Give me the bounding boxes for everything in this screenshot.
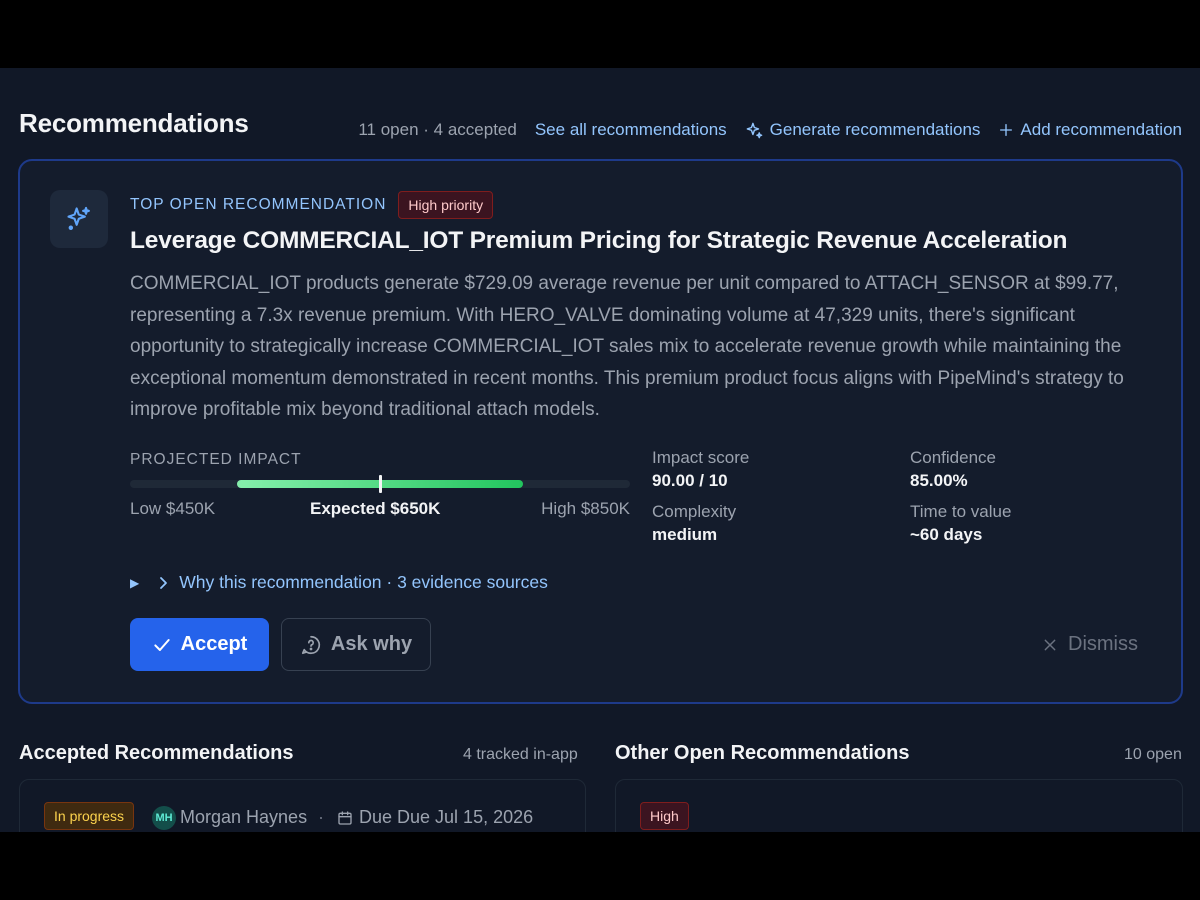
dismiss-label: Dismiss	[1068, 633, 1138, 655]
why-recommendation-label: Why this recommendation · 3 evidence sou…	[179, 572, 548, 592]
expected-marker	[379, 475, 382, 493]
see-all-link[interactable]: See all recommendations	[535, 120, 727, 140]
impact-bar-track	[130, 475, 630, 493]
complexity-metric: Complexity medium	[652, 502, 902, 545]
recommendation-counts: 11 open · 4 accepted	[358, 120, 517, 139]
close-icon	[1044, 639, 1056, 650]
chevron-right-icon	[160, 576, 168, 589]
accepted-section-meta: 4 tracked in-app	[463, 746, 578, 763]
recommendation-description: COMMERCIAL_IOT products generate $729.09…	[130, 273, 1124, 420]
impact-low-label: Low $450K	[130, 499, 216, 518]
status-badge: In progress	[44, 802, 135, 830]
due-date: Due Due Jul 15, 2026	[359, 807, 534, 827]
accepted-section-title: Accepted Recommendations	[19, 742, 294, 764]
accept-label: Accept	[180, 633, 248, 655]
plus-icon	[1000, 124, 1013, 136]
time-to-value-metric: Time to value ~60 days	[910, 502, 1160, 545]
impact-bar-labels: Low $450K Expected $650K High $850K	[130, 499, 630, 521]
ask-why-label: Ask why	[330, 633, 413, 655]
complexity-label: Complexity	[652, 502, 737, 521]
why-recommendation-toggle[interactable]: ▶ Why this recommendation · 3 evidence s…	[130, 572, 548, 593]
projected-impact: PROJECTED IMPACT Low $450K Expected $650…	[130, 451, 630, 531]
confidence-value: 85.00%	[910, 471, 968, 490]
impact-score-metric: Impact score 90.00 / 10	[652, 448, 902, 491]
recommendation-avatar	[50, 190, 108, 248]
top-recommendation-card: TOP OPEN RECOMMENDATION High priority Le…	[18, 159, 1183, 704]
disclosure-triangle-icon: ▶	[130, 575, 140, 590]
sparkle-icon	[67, 206, 90, 230]
app-screen: Recommendations 11 open · 4 accepted See…	[0, 68, 1200, 832]
recommendation-body: TOP OPEN RECOMMENDATION High priority Le…	[130, 190, 1145, 426]
eyebrow-row: TOP OPEN RECOMMENDATION High priority	[130, 190, 1145, 220]
page-title: Recommendations	[19, 108, 249, 138]
other-open-recommendation-card[interactable]: High	[615, 779, 1183, 832]
ask-why-button[interactable]: Ask why	[281, 618, 431, 671]
owner-name: Morgan Haynes	[180, 807, 308, 827]
accepted-recommendation-card[interactable]: In progress MH Morgan Haynes · Due Due J…	[19, 779, 586, 832]
recommendations-header: Recommendations 11 open · 4 accepted See…	[19, 106, 1182, 140]
check-icon	[153, 638, 170, 651]
projected-impact-label: PROJECTED IMPACT	[130, 451, 302, 468]
calendar-icon	[338, 811, 352, 825]
other-open-section-meta: 10 open	[1124, 746, 1182, 763]
add-label: Add recommendation	[1020, 120, 1182, 139]
time-to-value-label: Time to value	[910, 502, 1012, 521]
impact-score-value: 90.00 / 10	[652, 471, 728, 490]
time-to-value-value: ~60 days	[910, 525, 983, 544]
sparkle-icon	[746, 122, 763, 138]
header-actions: 11 open · 4 accepted See all recommendat…	[358, 120, 1182, 140]
see-all-label: See all recommendations	[534, 120, 727, 139]
confidence-label: Confidence	[910, 448, 997, 467]
impact-score-label: Impact score	[652, 448, 750, 467]
chat-question-icon	[301, 635, 320, 654]
meta-separator: ·	[318, 807, 324, 827]
impact-high-label: High $850K	[541, 499, 630, 518]
complexity-value: medium	[652, 525, 718, 544]
generate-recommendations-button[interactable]: Generate recommendations	[745, 120, 981, 140]
add-recommendation-button[interactable]: Add recommendation	[998, 120, 1182, 140]
priority-badge: High	[640, 802, 689, 830]
avatar: MH	[152, 806, 176, 830]
recommendation-title: Leverage COMMERCIAL_IOT Premium Pricing …	[130, 227, 1068, 254]
confidence-metric: Confidence 85.00%	[910, 448, 1160, 491]
dismiss-button[interactable]: Dismiss	[1035, 618, 1145, 671]
accept-button[interactable]: Accept	[130, 618, 269, 671]
generate-label: Generate recommendations	[769, 120, 981, 139]
impact-expected-label: Expected $650K	[310, 499, 441, 518]
eyebrow-label: TOP OPEN RECOMMENDATION	[130, 196, 387, 213]
priority-badge: High priority	[398, 191, 494, 219]
other-open-section-title: Other Open Recommendations	[615, 742, 910, 764]
